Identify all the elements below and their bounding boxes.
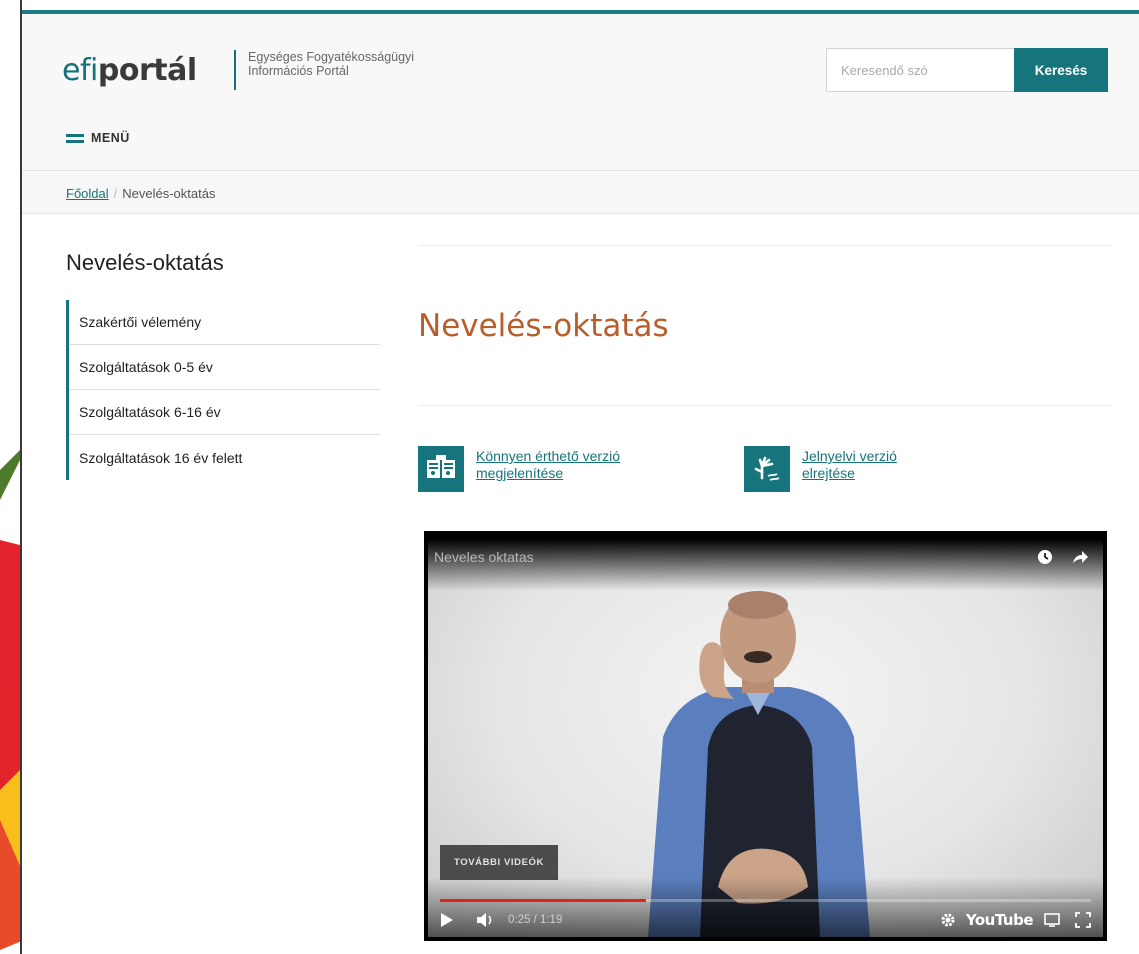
content-divider-top xyxy=(418,245,1112,246)
tagline-line-2: Információs Portál xyxy=(248,64,349,78)
logo-divider xyxy=(234,50,236,90)
youtube-logo[interactable]: YouTube xyxy=(966,911,1034,929)
search-button[interactable]: Keresés xyxy=(1014,48,1108,92)
easy-read-link-text: Könnyen érthető verzió megjelenítése xyxy=(476,448,620,481)
sign-language-version-link[interactable]: Jelnyelvi verzió elrejtése xyxy=(744,446,942,492)
volume-icon[interactable] xyxy=(476,912,496,928)
video-frame: Neveles oktatas TOVÁBBI VIDEÓK 0:25 / 1:… xyxy=(428,539,1103,937)
breadcrumb-home-link[interactable]: Főoldal xyxy=(66,186,109,201)
breadcrumb-bar: Főoldal / Nevelés-oktatás xyxy=(22,172,1139,214)
settings-gear-icon[interactable] xyxy=(940,912,956,928)
video-time-display: 0:25 / 1:19 xyxy=(508,914,563,926)
sidebar-item-szolgaltatasok-16-felett[interactable]: Szolgáltatások 16 év felett xyxy=(69,435,380,480)
fullscreen-icon[interactable] xyxy=(1075,912,1091,928)
play-icon[interactable] xyxy=(440,912,454,928)
breadcrumb: Főoldal / Nevelés-oktatás xyxy=(66,186,215,201)
content-divider xyxy=(418,405,1112,406)
menu-label: MENÜ xyxy=(91,131,130,145)
video-top-shade xyxy=(428,539,1103,591)
easy-read-book-icon xyxy=(418,446,464,492)
logo-portal-text: portál xyxy=(97,52,197,88)
page: efi portál Egységes Fogyatékosságügyi Inf… xyxy=(22,0,1139,954)
logo-tagline: Egységes Fogyatékosságügyi Információs P… xyxy=(248,50,508,78)
sidebar-item-szolgaltatasok-0-5[interactable]: Szolgáltatások 0-5 év xyxy=(69,345,380,390)
easy-read-version-link[interactable]: Könnyen érthető verzió megjelenítése xyxy=(418,446,676,492)
site-logo[interactable]: efi portál xyxy=(62,50,197,90)
video-progress-bar[interactable] xyxy=(440,899,1091,902)
video-player[interactable]: Neveles oktatas TOVÁBBI VIDEÓK 0:25 / 1:… xyxy=(424,531,1107,941)
more-videos-button[interactable]: TOVÁBBI VIDEÓK xyxy=(440,845,558,880)
logo-efi-text: efi xyxy=(62,52,98,88)
watch-later-icon[interactable] xyxy=(1037,549,1053,565)
hamburger-menu-icon xyxy=(66,133,84,143)
share-icon[interactable] xyxy=(1071,549,1089,565)
video-controls: 0:25 / 1:19 YouTube xyxy=(440,907,1091,933)
video-progress-fill xyxy=(440,899,646,902)
sidebar-title: Nevelés-oktatás xyxy=(66,250,224,275)
cast-icon[interactable] xyxy=(1043,912,1061,928)
sign-language-link-text: Jelnyelvi verzió elrejtése xyxy=(802,448,897,481)
search-form: Keresés xyxy=(826,48,1108,92)
video-title[interactable]: Neveles oktatas xyxy=(434,549,534,565)
video-top-controls xyxy=(1037,549,1089,565)
breadcrumb-separator: / xyxy=(113,186,118,201)
site-header: efi portál Egységes Fogyatékosságügyi Inf… xyxy=(22,14,1139,171)
tagline-line-1: Egységes Fogyatékosságügyi xyxy=(248,50,415,64)
sign-language-hand-icon xyxy=(744,446,790,492)
menu-toggle[interactable]: MENÜ xyxy=(66,131,130,145)
sidebar-item-szolgaltatasok-6-16[interactable]: Szolgáltatások 6-16 év xyxy=(69,390,380,435)
sidebar-item-szakertoi-velemeny[interactable]: Szakértői vélemény xyxy=(69,300,380,345)
page-title: Nevelés-oktatás xyxy=(418,308,669,344)
search-input[interactable] xyxy=(826,48,1014,92)
breadcrumb-current: Nevelés-oktatás xyxy=(122,186,216,201)
sidebar-nav: Szakértői vélemény Szolgáltatások 0-5 év… xyxy=(66,300,380,480)
